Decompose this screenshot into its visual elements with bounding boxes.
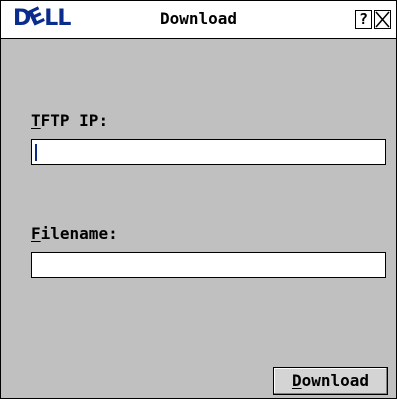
download-button[interactable]: Download [273, 367, 388, 395]
tftp-ip-label-text: FTP IP: [40, 111, 109, 130]
filename-label: Filename: [31, 225, 118, 243]
download-mnemonic: D [291, 371, 302, 390]
filename-mnemonic: F [31, 224, 41, 243]
help-label: ? [358, 10, 369, 28]
filename-label-text: ilename: [40, 224, 118, 243]
download-dialog: DELL Download ? TFTP IP: Filename: Downl… [0, 0, 397, 399]
filename-input[interactable] [31, 252, 386, 278]
tftp-ip-label: TFTP IP: [31, 112, 108, 130]
tftp-ip-input[interactable] [31, 139, 386, 165]
text-caret [35, 144, 37, 161]
help-button[interactable]: ? [355, 10, 372, 29]
dialog-title: Download [159, 9, 238, 28]
close-icon [375, 11, 390, 28]
tftp-ip-mnemonic: T [31, 111, 41, 130]
download-button-label: ownload [301, 371, 370, 390]
title-bar: DELL Download ? [1, 1, 396, 39]
close-button[interactable] [374, 10, 391, 29]
